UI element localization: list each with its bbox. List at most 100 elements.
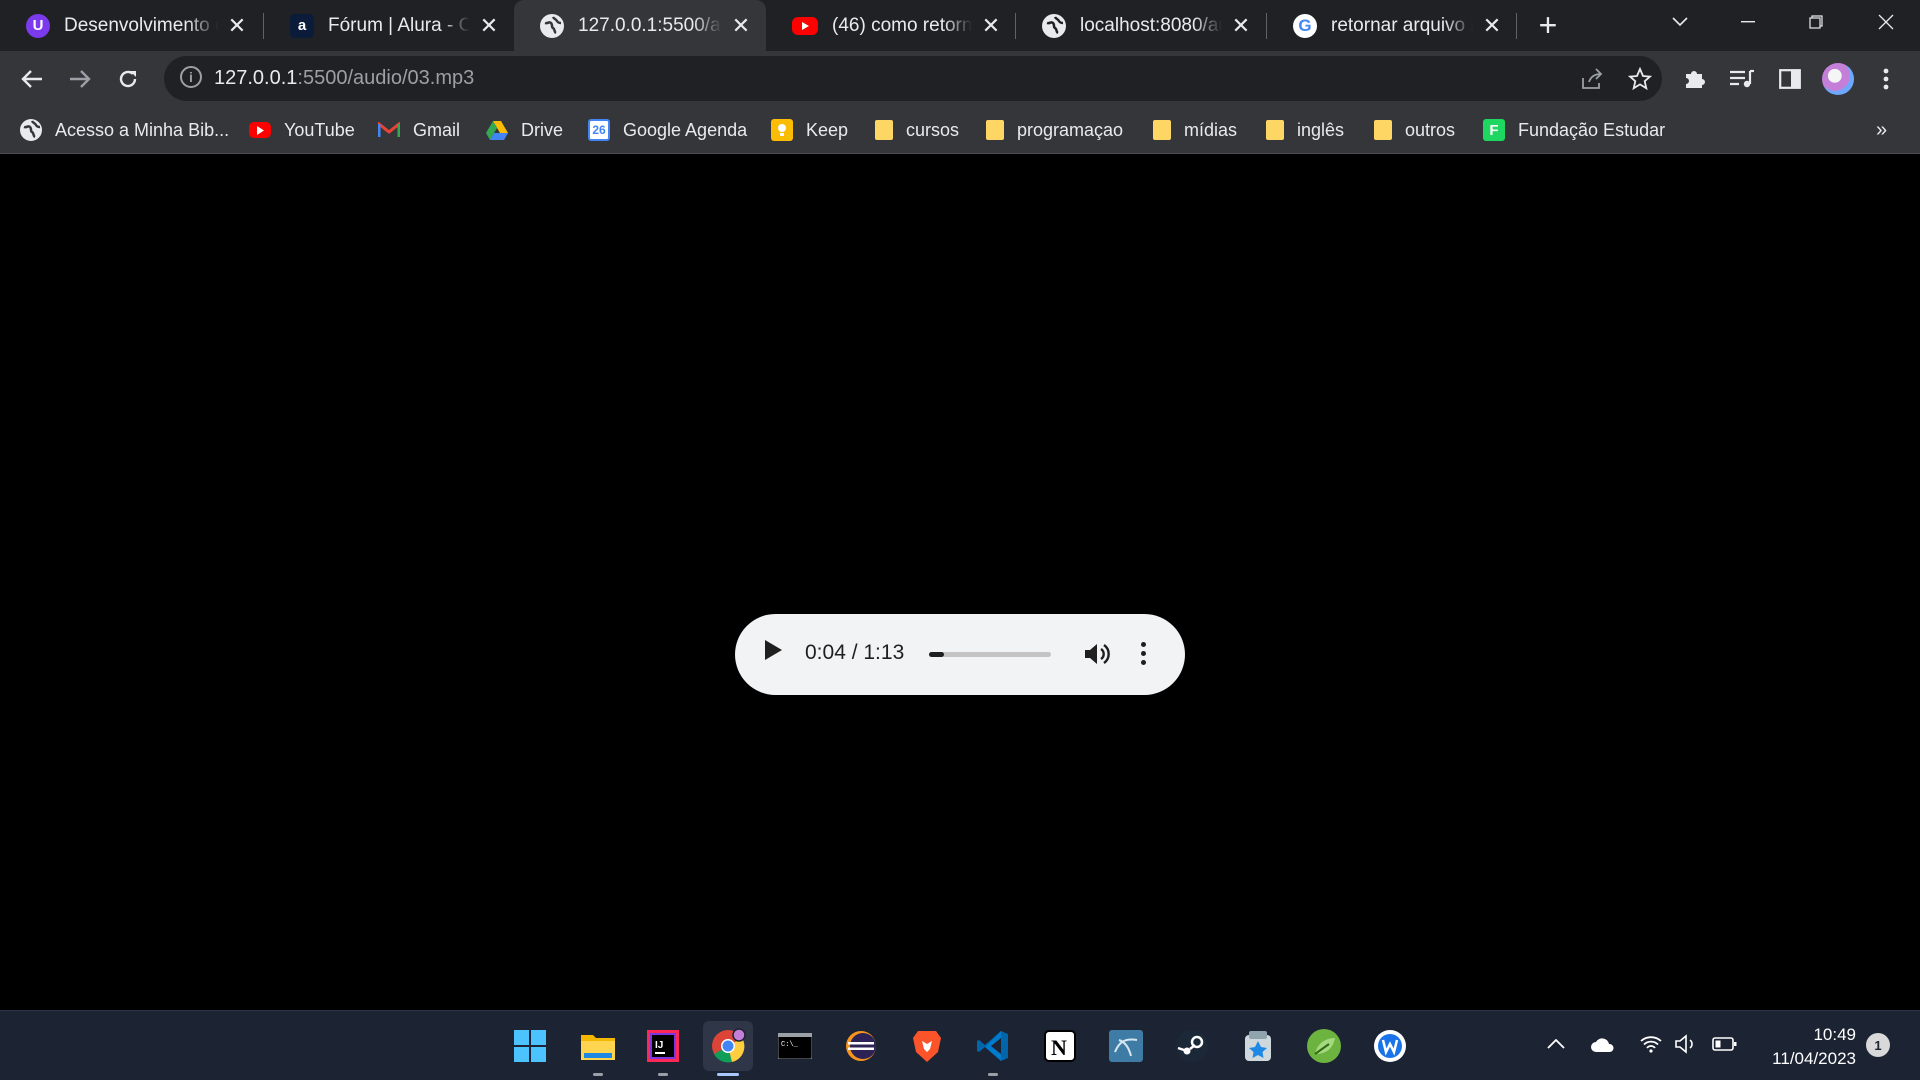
bookmark-label: Gmail: [413, 119, 461, 140]
intellij-icon[interactable]: IJ: [638, 1021, 688, 1076]
close-icon[interactable]: ✕: [1481, 13, 1503, 39]
bookmark-label: inglês: [1297, 119, 1345, 140]
tab-title: Fórum | Alura - Cur: [328, 14, 470, 36]
tab-forum-alura[interactable]: a Fórum | Alura - Cur ✕: [264, 0, 514, 51]
extensions-button[interactable]: [1675, 59, 1715, 99]
mysql-workbench-icon[interactable]: [1101, 1021, 1151, 1071]
windows-start-icon[interactable]: [505, 1021, 555, 1071]
share-icon: [1582, 68, 1603, 89]
folder-icon: [986, 120, 1004, 140]
folder-icon: [875, 120, 893, 140]
wps-icon[interactable]: [1365, 1021, 1415, 1071]
close-icon[interactable]: ✕: [226, 13, 248, 39]
tab-localhost-5500[interactable]: 127.0.0.1:5500/audi ✕: [514, 0, 766, 51]
bookmark-acesso-biblioteca[interactable]: Acesso a Minha Bib...: [20, 116, 229, 144]
media-controls-button[interactable]: [1722, 59, 1762, 99]
close-icon[interactable]: ✕: [478, 13, 500, 39]
reload-button[interactable]: [108, 59, 148, 99]
file-explorer-icon[interactable]: [573, 1021, 623, 1076]
battery-icon[interactable]: [1712, 1036, 1738, 1057]
tab-youtube[interactable]: (46) como retornar ✕: [766, 0, 1016, 51]
seek-progress: [929, 652, 944, 657]
brave-icon[interactable]: [902, 1021, 952, 1071]
bookmark-label: Google Agenda: [623, 119, 748, 140]
profile-button[interactable]: [1818, 59, 1858, 99]
folder-icon: [1374, 120, 1392, 140]
clock-date: 11/04/2023: [1772, 1049, 1856, 1068]
steam-icon[interactable]: [1167, 1021, 1217, 1071]
youtube-icon: [792, 16, 818, 35]
onedrive-icon[interactable]: [1590, 1037, 1616, 1058]
bookmark-label: outros: [1405, 119, 1456, 140]
url-host: 127.0.0.1: [214, 67, 298, 89]
folder-icon: [1266, 120, 1284, 140]
close-window-button[interactable]: [1854, 0, 1918, 44]
play-button[interactable]: [765, 640, 782, 660]
bookmark-folder-ingles[interactable]: inglês: [1266, 116, 1344, 144]
puzzle-icon: [1686, 71, 1705, 88]
tab-title: localhost:8080/audi: [1080, 14, 1222, 36]
side-panel-button[interactable]: [1770, 59, 1810, 99]
reload-icon: [119, 70, 137, 88]
bookmark-folder-outros[interactable]: outros: [1374, 116, 1455, 144]
tab-desenvolvimento[interactable]: U Desenvolvimento d ✕: [0, 0, 262, 51]
bookmark-gmail[interactable]: Gmail: [378, 116, 460, 144]
bookmark-folder-midias[interactable]: mídias: [1153, 116, 1237, 144]
minimize-button[interactable]: [1716, 0, 1780, 44]
bookmarks-overflow-button[interactable]: »: [1876, 116, 1887, 144]
close-icon[interactable]: ✕: [730, 13, 752, 39]
close-icon[interactable]: ✕: [980, 13, 1002, 39]
chevron-down-icon: [1672, 17, 1688, 27]
tab-search-button[interactable]: [1648, 0, 1712, 44]
seek-slider[interactable]: [929, 652, 1051, 657]
eclipse-icon[interactable]: [836, 1021, 886, 1071]
system-clock[interactable]: 10:49 11/04/2023: [1752, 1023, 1856, 1071]
bookmark-google-agenda[interactable]: 26 Google Agenda: [588, 116, 747, 144]
share-button[interactable]: [1572, 59, 1612, 99]
site-info-icon[interactable]: i: [180, 66, 202, 88]
google-icon: G: [1293, 13, 1317, 38]
bookmark-drive[interactable]: Drive: [486, 116, 563, 144]
wifi-icon[interactable]: [1640, 1035, 1662, 1058]
more-options-button[interactable]: [1141, 642, 1147, 668]
notion-icon[interactable]: N: [1035, 1021, 1085, 1071]
bookmark-folder-cursos[interactable]: cursos: [875, 116, 959, 144]
purple-u-icon: U: [26, 13, 50, 38]
close-icon[interactable]: ✕: [1230, 13, 1252, 39]
star-icon: [1628, 67, 1652, 91]
bookmark-fundacao-estudar[interactable]: F Fundação Estudar: [1483, 116, 1665, 144]
vscode-icon[interactable]: [968, 1021, 1018, 1076]
tab-title: retornar arquivo mp: [1331, 14, 1473, 36]
clock-time: 10:49: [1813, 1025, 1856, 1044]
drive-icon: [486, 119, 508, 141]
terminal-icon[interactable]: C:\_: [770, 1021, 820, 1071]
tab-title: 127.0.0.1:5500/audi: [578, 14, 722, 36]
back-button[interactable]: [12, 59, 52, 99]
globe-icon: [1042, 13, 1066, 38]
keep-icon: [771, 119, 793, 141]
spring-tools-icon[interactable]: [1299, 1021, 1349, 1071]
bookmark-youtube[interactable]: YouTube: [249, 116, 355, 144]
notification-badge[interactable]: 1: [1866, 1033, 1890, 1057]
more-vertical-icon: [1883, 68, 1889, 90]
tab-title: Desenvolvimento d: [64, 14, 218, 36]
forward-button[interactable]: [60, 59, 100, 99]
audio-player[interactable]: 0:04 / 1:13: [735, 614, 1185, 695]
volume-button[interactable]: [1083, 641, 1111, 667]
restore-icon: [1809, 15, 1823, 29]
playlist-icon: [1730, 69, 1754, 88]
bookmark-keep[interactable]: Keep: [771, 116, 848, 144]
chrome-menu-button[interactable]: [1866, 59, 1906, 99]
show-hidden-icons-button[interactable]: [1547, 1033, 1565, 1054]
bookmark-folder-programacao[interactable]: programaçao: [986, 116, 1123, 144]
address-bar[interactable]: i 127.0.0.1:5500/audio/03.mp3: [164, 56, 1662, 101]
chrome-icon[interactable]: [703, 1021, 753, 1076]
tab-localhost-8080[interactable]: localhost:8080/audi ✕: [1016, 0, 1266, 51]
snipping-tool-icon[interactable]: [1233, 1021, 1283, 1071]
new-tab-button[interactable]: +: [1518, 3, 1578, 47]
speaker-icon[interactable]: [1674, 1034, 1698, 1059]
bookmark-star-button[interactable]: [1620, 59, 1660, 99]
address-url[interactable]: 127.0.0.1:5500/audio/03.mp3: [214, 67, 474, 90]
restore-button[interactable]: [1784, 0, 1848, 44]
tab-google-search[interactable]: G retornar arquivo mp ✕: [1267, 0, 1517, 51]
